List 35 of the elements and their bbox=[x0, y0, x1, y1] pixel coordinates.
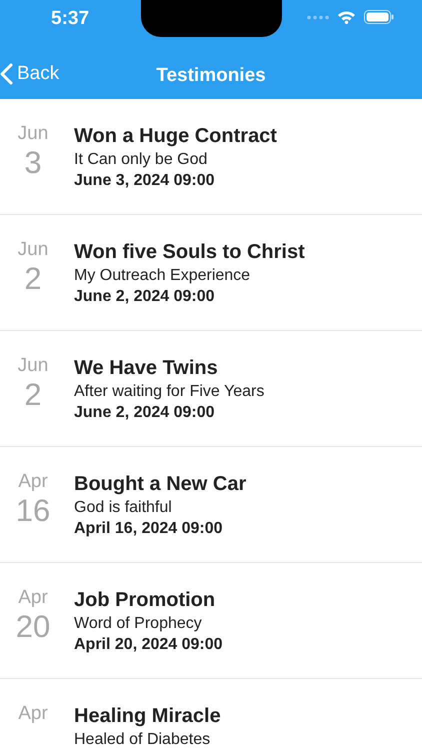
testimony-title: We Have Twins bbox=[74, 356, 218, 381]
date-month: Apr bbox=[18, 471, 48, 493]
date-month: Jun bbox=[18, 123, 48, 145]
testimony-date: June 2, 2024 09:00 bbox=[74, 403, 215, 423]
battery-icon bbox=[364, 10, 394, 24]
testimony-title: Bought a New Car bbox=[74, 472, 246, 497]
date-day: 2 bbox=[24, 377, 42, 413]
testimony-title: Job Promotion bbox=[74, 588, 216, 613]
testimony-subtitle: God is faithful bbox=[74, 498, 172, 518]
date-month: Apr bbox=[18, 587, 48, 609]
testimony-title: Healing Miracle bbox=[74, 704, 221, 729]
date-day: 3 bbox=[24, 145, 42, 181]
wifi-icon bbox=[337, 10, 356, 24]
date-month: Jun bbox=[18, 239, 48, 261]
testimony-title: Won five Souls to Christ bbox=[74, 240, 305, 265]
screen-title: Testimonies bbox=[156, 65, 266, 86]
date-day: 2 bbox=[24, 261, 42, 297]
testimony-date: June 3, 2024 09:00 bbox=[74, 171, 215, 191]
testimony-subtitle: It Can only be God bbox=[74, 150, 208, 170]
signal-icon bbox=[307, 14, 329, 20]
testimony-subtitle: Healed of Diabetes bbox=[74, 730, 210, 750]
status-time: 5:37 bbox=[51, 7, 90, 31]
back-button[interactable]: Back bbox=[0, 60, 60, 88]
testimony-subtitle: My Outreach Experience bbox=[74, 266, 250, 286]
testimony-subtitle: After waiting for Five Years bbox=[74, 382, 264, 402]
testimony-date: June 2, 2024 09:00 bbox=[74, 287, 215, 307]
testimony-subtitle: Word of Prophecy bbox=[74, 614, 202, 634]
testimony-date: April 16, 2024 09:00 bbox=[74, 519, 223, 539]
testimony-date: April 20, 2024 09:00 bbox=[74, 635, 223, 655]
date-month: Apr bbox=[18, 703, 48, 725]
testimony-title: Won a Huge Contract bbox=[74, 124, 277, 149]
date-day: 16 bbox=[16, 493, 50, 529]
date-month: Jun bbox=[18, 355, 48, 377]
chevron-left-icon bbox=[0, 63, 13, 86]
date-day: 20 bbox=[16, 609, 50, 645]
